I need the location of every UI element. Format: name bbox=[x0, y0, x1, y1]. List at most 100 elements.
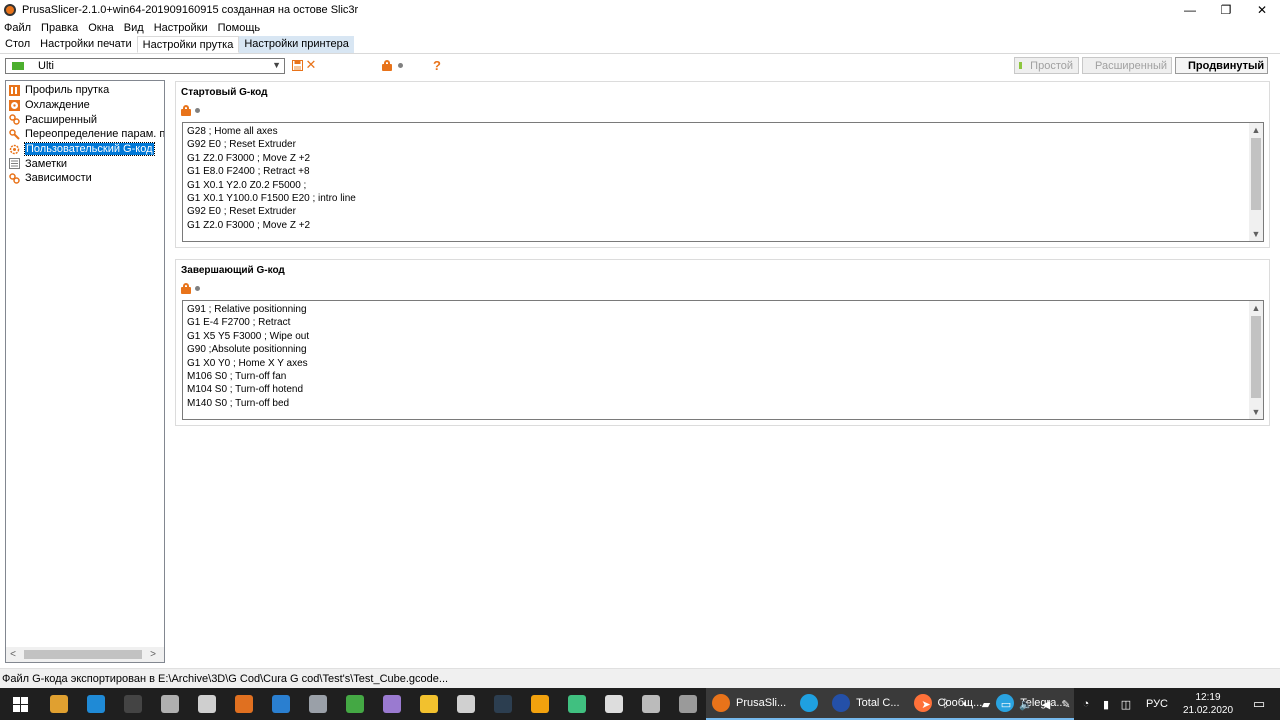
tree-item-overrides[interactable]: Переопределение парам. пру bbox=[6, 127, 164, 142]
bluetooth-icon[interactable]: ᛒ bbox=[936, 688, 956, 720]
taskbar-app[interactable] bbox=[521, 688, 558, 720]
tree-item-filament[interactable]: Профиль прутка bbox=[6, 83, 164, 98]
tree-item-label: Зависимости bbox=[25, 172, 92, 185]
app9-icon bbox=[345, 695, 364, 713]
update-icon[interactable]: ◫ bbox=[1116, 688, 1136, 720]
app-tray-icon[interactable]: ◐ bbox=[956, 688, 976, 720]
taskbar-running-app[interactable]: PrusaSli... bbox=[706, 688, 795, 720]
chevron-up-icon[interactable]: ▲ bbox=[1249, 301, 1263, 315]
taskbar-app[interactable] bbox=[632, 688, 669, 720]
maximize-button[interactable]: ❐ bbox=[1208, 0, 1244, 20]
tree-item-notes[interactable]: Заметки bbox=[6, 156, 164, 171]
lock-icon[interactable] bbox=[380, 58, 394, 72]
menu-windows[interactable]: Окна bbox=[88, 22, 114, 34]
chevron-right-icon[interactable]: > bbox=[146, 649, 160, 660]
lock-icon[interactable] bbox=[181, 283, 191, 294]
menu-bar: Файл Правка Окна Вид Настройки Помощь bbox=[0, 20, 1280, 36]
notifications-icon[interactable]: ▭ bbox=[1238, 696, 1280, 712]
start-gcode-scrollbar[interactable]: ▲ ▼ bbox=[1249, 123, 1263, 241]
taskbar-app[interactable] bbox=[299, 688, 336, 720]
taskbar-app[interactable] bbox=[595, 688, 632, 720]
taskbar-app[interactable] bbox=[484, 688, 521, 720]
telegram-tray-icon[interactable]: ➤ bbox=[916, 688, 936, 720]
wifi-icon[interactable]: ◔ bbox=[1076, 688, 1096, 720]
total-commander-icon bbox=[832, 694, 851, 712]
delete-preset-icon[interactable]: ✕ bbox=[304, 57, 318, 72]
start-gcode-editor[interactable]: G28 ; Home all axes G92 E0 ; Reset Extru… bbox=[182, 122, 1264, 242]
tools-tray-icon[interactable]: ✎ bbox=[1056, 688, 1076, 720]
tree-item-dependencies[interactable]: Зависимости bbox=[6, 171, 164, 186]
language-indicator[interactable]: РУС bbox=[1136, 698, 1178, 710]
taskbar-app[interactable] bbox=[114, 688, 151, 720]
antivirus-icon[interactable]: ◀ bbox=[1036, 688, 1056, 720]
taskbar-app[interactable] bbox=[40, 688, 77, 720]
folder-icon bbox=[419, 695, 438, 713]
taskbar-app[interactable] bbox=[669, 688, 706, 720]
taskbar-app[interactable] bbox=[447, 688, 484, 720]
network-icon[interactable]: ▭ bbox=[996, 688, 1016, 720]
app17-icon bbox=[641, 695, 660, 713]
menu-edit[interactable]: Правка bbox=[41, 22, 78, 34]
tree-item-custom-gcode[interactable]: Пользовательский G-код bbox=[6, 142, 164, 157]
taskbar-app[interactable] bbox=[151, 688, 188, 720]
mode-simple-button[interactable]: Простой bbox=[1014, 57, 1079, 74]
end-gcode-scrollbar[interactable]: ▲ ▼ bbox=[1249, 301, 1263, 419]
end-gcode-editor[interactable]: G91 ; Relative positionning G1 E-4 F2700… bbox=[182, 300, 1264, 420]
menu-settings[interactable]: Настройки bbox=[154, 22, 208, 34]
menu-view[interactable]: Вид bbox=[124, 22, 144, 34]
lock-icon[interactable] bbox=[181, 105, 191, 116]
volume-icon[interactable]: 🔈 bbox=[1016, 688, 1036, 720]
taskbar-app[interactable] bbox=[188, 688, 225, 720]
taskbar-app[interactable] bbox=[373, 688, 410, 720]
end-gcode-group: Завершающий G-код G91 ; Relative positio… bbox=[175, 259, 1270, 426]
scrollbar-thumb[interactable] bbox=[1251, 316, 1261, 398]
code-line: G92 E0 ; Reset Extruder bbox=[187, 139, 296, 151]
scrollbar-thumb[interactable] bbox=[24, 650, 142, 659]
taskbar-app[interactable] bbox=[77, 688, 114, 720]
taskbar-app[interactable] bbox=[336, 688, 373, 720]
taskbar-app[interactable] bbox=[262, 688, 299, 720]
tab-printer-settings[interactable]: Настройки принтера bbox=[239, 36, 354, 53]
tree-item-advanced[interactable]: Расширенный bbox=[6, 112, 164, 127]
start-gcode-lock bbox=[181, 105, 200, 116]
code-line: M104 S0 ; Turn-off hotend bbox=[187, 384, 304, 396]
taskbar-app[interactable] bbox=[225, 688, 262, 720]
scrollbar-thumb[interactable] bbox=[1251, 138, 1261, 210]
clock-time: 12:19 bbox=[1195, 692, 1221, 703]
app10-icon bbox=[382, 695, 401, 713]
app-c-icon bbox=[800, 694, 819, 712]
mode-expert-button[interactable]: Продвинутый bbox=[1175, 57, 1268, 74]
menu-file[interactable]: Файл bbox=[4, 22, 31, 34]
tab-print-settings[interactable]: Настройки печати bbox=[35, 36, 137, 53]
wrench-icon bbox=[9, 129, 20, 140]
chevron-up-icon[interactable]: ▲ bbox=[1249, 123, 1263, 137]
close-button[interactable]: ✕ bbox=[1244, 0, 1280, 20]
notes-icon bbox=[9, 158, 20, 170]
minimize-button[interactable]: — bbox=[1172, 0, 1208, 20]
gpu-tray-icon[interactable]: ▰ bbox=[976, 688, 996, 720]
chevron-down-icon[interactable]: ▼ bbox=[1249, 227, 1263, 241]
tree-horizontal-scrollbar[interactable]: < > bbox=[6, 647, 164, 662]
taskbar-app[interactable] bbox=[558, 688, 595, 720]
preset-value: Ulti bbox=[38, 60, 54, 72]
question-icon[interactable]: ? bbox=[430, 58, 444, 73]
end-gcode-lock bbox=[181, 283, 200, 294]
app2-icon bbox=[86, 695, 105, 713]
chevron-left-icon[interactable]: < bbox=[6, 649, 20, 660]
prusaslicer-icon bbox=[4, 4, 16, 16]
taskbar-running-app[interactable] bbox=[794, 688, 827, 720]
tab-plater[interactable]: Стол bbox=[0, 36, 35, 53]
taskbar-app[interactable] bbox=[410, 688, 447, 720]
battery-icon[interactable]: ▮ bbox=[1096, 688, 1116, 720]
save-preset-icon[interactable] bbox=[290, 58, 304, 72]
taskbar-running-app[interactable]: Total C... bbox=[826, 688, 908, 720]
chevron-down-icon[interactable]: ▼ bbox=[1249, 405, 1263, 419]
clock[interactable]: 12:19 21.02.2020 bbox=[1178, 691, 1238, 717]
menu-help[interactable]: Помощь bbox=[218, 22, 261, 34]
start-button[interactable] bbox=[0, 688, 40, 720]
tree-item-cooling[interactable]: Охлаждение bbox=[6, 98, 164, 113]
mode-advanced-button[interactable]: Расширенный bbox=[1082, 57, 1172, 74]
tab-filament-settings[interactable]: Настройки прутка bbox=[136, 36, 240, 53]
cooling-icon bbox=[9, 99, 20, 111]
filament-preset-select[interactable]: Ulti ▼ bbox=[5, 58, 285, 74]
